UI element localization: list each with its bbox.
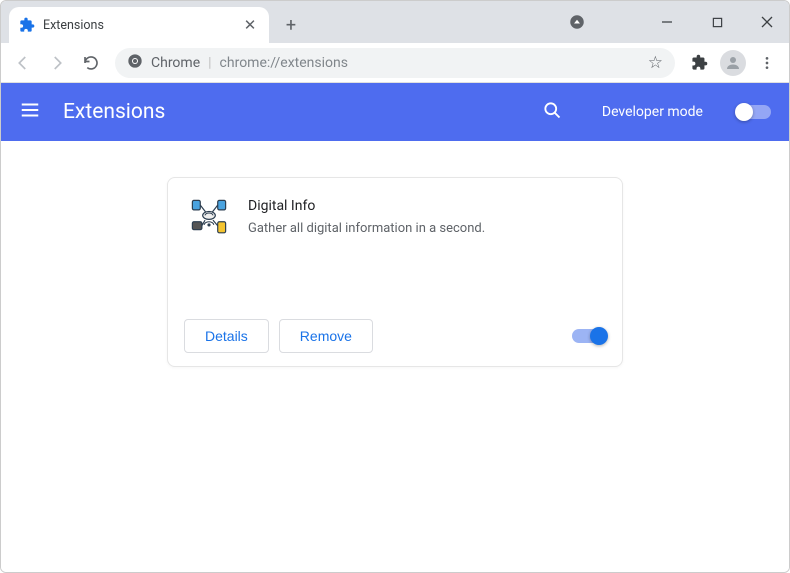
back-button[interactable] — [7, 47, 39, 79]
page-title: Extensions — [63, 100, 520, 124]
puzzle-piece-icon — [19, 17, 35, 33]
developer-mode-toggle[interactable] — [737, 105, 771, 119]
address-bar[interactable]: Chrome | chrome://extensions ☆ — [115, 48, 675, 78]
chrome-logo-icon — [127, 53, 143, 73]
reload-button[interactable] — [75, 47, 107, 79]
profile-avatar[interactable] — [717, 47, 749, 79]
new-tab-button[interactable]: + — [277, 11, 305, 39]
browser-titlebar: Extensions ✕ + — [1, 1, 789, 43]
incognito-icon[interactable] — [563, 8, 591, 36]
search-icon[interactable] — [542, 100, 562, 124]
extensions-content: Digital Info Gather all digital informat… — [1, 141, 789, 573]
omnibox-url: chrome://extensions — [220, 55, 348, 71]
browser-toolbar: Chrome | chrome://extensions ☆ — [1, 43, 789, 83]
forward-button[interactable] — [41, 47, 73, 79]
remove-button[interactable]: Remove — [279, 319, 373, 353]
tab-title: Extensions — [43, 18, 233, 33]
close-window-button[interactable] — [753, 8, 781, 36]
close-tab-icon[interactable]: ✕ — [241, 16, 259, 34]
bookmark-star-icon[interactable]: ☆ — [648, 53, 663, 73]
extensions-icon[interactable] — [683, 47, 715, 79]
omnibox-divider: | — [208, 55, 211, 71]
extension-card: Digital Info Gather all digital informat… — [167, 177, 623, 367]
maximize-button[interactable] — [703, 8, 731, 36]
browser-tab[interactable]: Extensions ✕ — [9, 7, 269, 43]
extension-description: Gather all digital information in a seco… — [248, 220, 600, 238]
developer-mode-label: Developer mode — [602, 104, 703, 120]
window-controls — [563, 1, 781, 43]
hamburger-menu-icon[interactable] — [19, 99, 41, 125]
details-button[interactable]: Details — [184, 319, 269, 353]
omnibox-prefix: Chrome — [151, 55, 200, 71]
extensions-header: Extensions Developer mode — [1, 83, 789, 141]
extension-name: Digital Info — [248, 198, 600, 214]
extension-app-icon — [190, 198, 228, 236]
minimize-button[interactable] — [653, 8, 681, 36]
extension-enabled-toggle[interactable] — [572, 329, 606, 343]
kebab-menu-icon[interactable] — [751, 47, 783, 79]
